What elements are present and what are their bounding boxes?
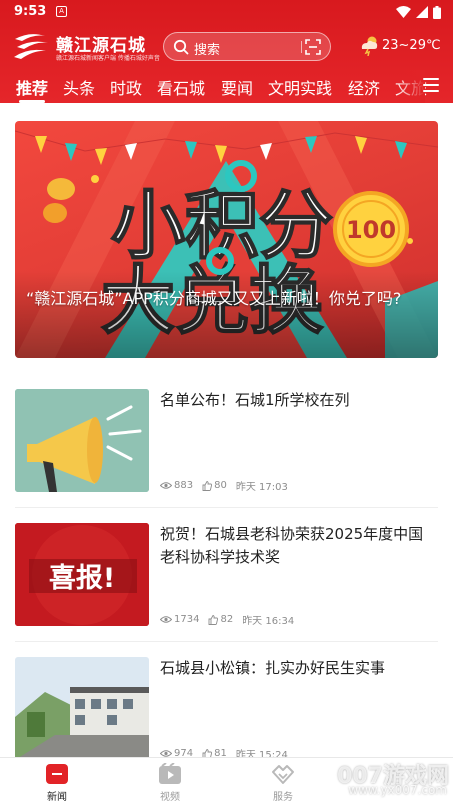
tab-civilization[interactable]: 文明实践 xyxy=(268,75,332,99)
good-news-thumbnail-image: 喜报! xyxy=(15,523,149,626)
news-icon xyxy=(46,764,68,784)
wifi-icon xyxy=(396,6,411,18)
list-divider xyxy=(15,507,438,508)
article-thumbnail xyxy=(15,389,149,492)
megaphone-thumbnail-image xyxy=(15,389,149,492)
weather-storm-icon xyxy=(361,36,378,56)
eye-icon xyxy=(160,616,172,623)
thumbs-up-icon xyxy=(209,614,219,625)
article-title: 名单公布！石城1所学校在列 xyxy=(160,391,350,409)
article-item[interactable]: 石城县小松镇：扎实办好民生实事 974 81 昨天 15:24 xyxy=(15,657,438,761)
thumbnail-text: 喜报! xyxy=(49,563,115,594)
like-count: 80 xyxy=(214,480,227,491)
nav-video-label: 视频 xyxy=(160,792,180,803)
search-divider xyxy=(301,41,302,53)
article-title: 石城县小松镇：扎实办好民生实事 xyxy=(160,659,386,677)
hero-title: “赣江源石城”APP积分商城又又又上新啦！你兑了吗? xyxy=(26,289,402,308)
battery-icon xyxy=(433,5,441,19)
video-icon xyxy=(159,762,181,784)
tab-economy[interactable]: 经济 xyxy=(348,75,380,99)
thumbs-up-icon xyxy=(202,480,213,491)
notification-app-icon: A xyxy=(56,6,67,17)
article-thumbnail xyxy=(15,657,149,760)
active-tab-indicator xyxy=(19,100,45,103)
channel-tabs: 推荐 头条 时政 看石城 要闻 文明实践 经济 文旅 xyxy=(0,70,453,103)
signal-icon xyxy=(416,6,428,18)
article-meta: 1734 82 昨天 16:34 xyxy=(160,612,294,627)
publish-time: 昨天 16:34 xyxy=(242,616,295,627)
search-bar[interactable]: 搜索 xyxy=(163,32,331,61)
service-handshake-icon xyxy=(272,765,294,784)
search-icon xyxy=(173,39,189,55)
nav-news[interactable]: 新闻 xyxy=(27,762,87,803)
list-divider xyxy=(15,641,438,642)
weather-widget[interactable]: 23~29℃ xyxy=(358,34,441,56)
eye-icon xyxy=(160,482,172,489)
svg-text:小积分: 小积分 xyxy=(111,183,333,269)
status-indicators xyxy=(396,5,441,19)
tabs-fade xyxy=(395,70,425,103)
app-header: 9:53 A 赣江源石城 赣江源石城新闻客户端 传播石城好声音 搜索 23~29… xyxy=(0,0,453,103)
article-thumbnail: 喜报! xyxy=(15,523,149,626)
logo-subtitle: 赣江源石城新闻客户端 传播石城好声音 xyxy=(56,55,160,62)
hero-badge-100: 100 xyxy=(346,216,396,244)
tab-shicheng[interactable]: 看石城 xyxy=(157,75,205,99)
article-item[interactable]: 喜报! 祝贺！石城县老科协荣获2025年度中国老科协科学技术奖 1734 82 … xyxy=(15,523,438,627)
hero-image: 小积分 大兑换 100 xyxy=(15,121,438,358)
article-title: 祝贺！石城县老科协荣获2025年度中国老科协科学技术奖 xyxy=(160,525,424,566)
nav-news-label: 新闻 xyxy=(47,792,67,803)
app-logo[interactable]: 赣江源石城 赣江源石城新闻客户端 传播石城好声音 xyxy=(12,29,160,65)
menu-icon[interactable] xyxy=(423,78,439,92)
view-count: 1734 xyxy=(174,614,200,625)
status-bar: 9:53 A xyxy=(0,0,453,26)
view-count: 883 xyxy=(174,480,194,491)
article-item[interactable]: 名单公布！石城1所学校在列 883 80 昨天 17:03 xyxy=(15,389,438,493)
scan-icon[interactable] xyxy=(305,39,321,55)
status-time: 9:53 xyxy=(14,4,47,19)
tab-politics[interactable]: 时政 xyxy=(110,75,142,99)
hero-banner[interactable]: 小积分 大兑换 100 “赣江源石城”APP积分商城又又又上新啦！你兑了吗? xyxy=(15,121,438,358)
search-placeholder: 搜索 xyxy=(194,43,221,58)
like-count: 82 xyxy=(220,614,234,625)
tab-recommend[interactable]: 推荐 xyxy=(16,75,48,99)
tab-headlines[interactable]: 头条 xyxy=(63,75,95,99)
article-meta: 883 80 昨天 17:03 xyxy=(160,478,288,493)
site-watermark-url: www.yx007.com xyxy=(348,783,447,797)
top-bar: 赣江源石城 赣江源石城新闻客户端 传播石城好声音 搜索 23~29℃ xyxy=(0,26,453,68)
town-street-thumbnail-image xyxy=(15,657,149,760)
tab-news[interactable]: 要闻 xyxy=(221,75,253,99)
nav-service-label: 服务 xyxy=(273,792,293,803)
logo-mark-icon xyxy=(14,34,48,59)
nav-video[interactable]: 视频 xyxy=(140,762,200,803)
weather-temperature: 23~29℃ xyxy=(382,37,441,53)
publish-time: 昨天 17:03 xyxy=(235,482,288,493)
nav-service[interactable]: 服务 xyxy=(253,762,313,803)
